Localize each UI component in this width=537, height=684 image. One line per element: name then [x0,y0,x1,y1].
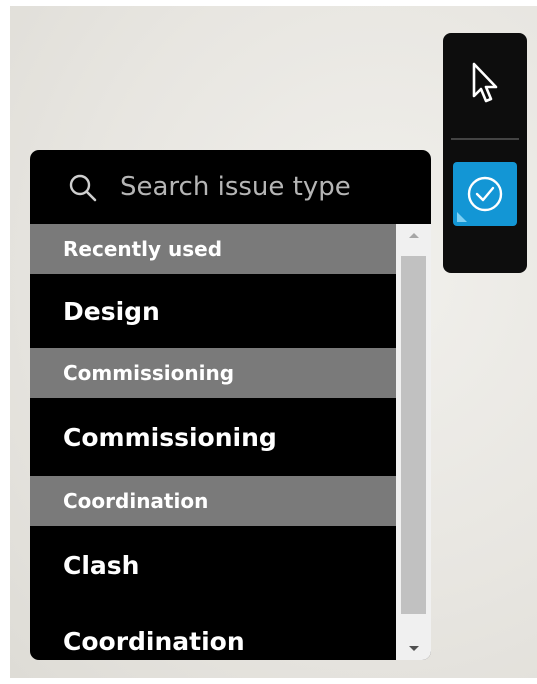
search-input[interactable] [120,166,410,208]
search-bar [30,150,431,224]
list-scrollbar[interactable] [396,224,431,660]
scroll-down-button[interactable] [396,638,431,660]
list-item-clash[interactable]: Clash [30,526,396,604]
issue-type-list: Recently used Design Commissioning Commi… [30,224,396,660]
scroll-up-arrow-icon [408,233,419,238]
list-item-coordination[interactable]: Coordination [30,604,396,660]
issue-tool-button[interactable] [453,162,517,226]
search-icon [69,174,97,202]
toolbar-divider [451,138,519,140]
check-circle-icon [467,176,503,212]
cursor-arrow-icon [472,62,498,103]
issue-type-dropdown: Recently used Design Commissioning Commi… [30,150,431,660]
select-tool-button[interactable] [465,55,505,111]
list-item-design[interactable]: Design [30,274,396,348]
vertical-toolbar [443,33,527,273]
corner-indicator-icon [457,212,467,222]
scroll-up-button[interactable] [396,224,431,246]
group-header-recently-used: Recently used [30,224,396,274]
scroll-down-arrow-icon [408,646,419,651]
group-header-commissioning: Commissioning [30,348,396,398]
list-item-commissioning[interactable]: Commissioning [30,398,396,476]
scrollbar-thumb[interactable] [401,256,426,614]
group-header-coordination: Coordination [30,476,396,526]
